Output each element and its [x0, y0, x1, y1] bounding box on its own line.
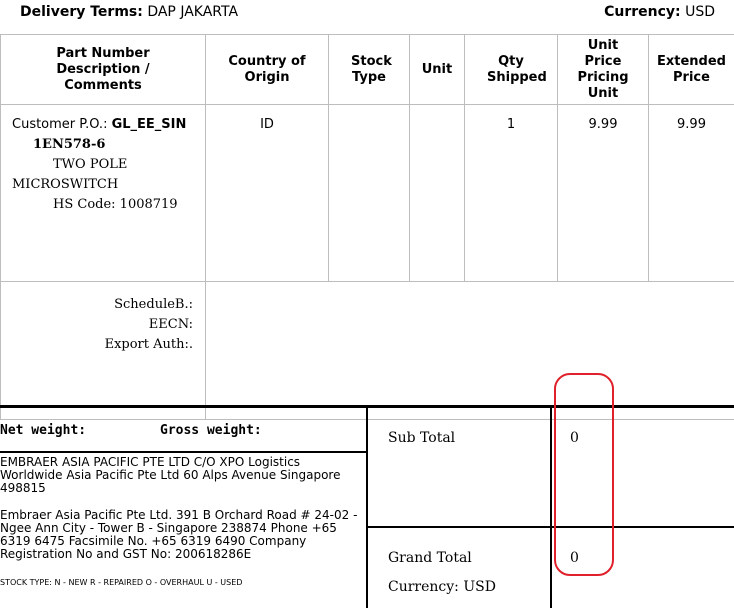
delivery-terms-value: DAP JAKARTA [147, 4, 238, 20]
sub-total-label: Sub Total [388, 430, 455, 446]
customer-po: Customer P.O.: GL_EE_SIN [12, 115, 205, 135]
weights: Net weight: Gross weight: [0, 423, 86, 438]
export-row: ScheduleB.: EECN: Export Auth:. [1, 282, 734, 420]
invoice-header-bar: Delivery Terms: DAP JAKARTA Currency: US… [0, 0, 734, 34]
export-empty-cell [206, 282, 734, 420]
ship-to-address: EMBRAER ASIA PACIFIC PTE LTD C/O XPO Log… [0, 456, 358, 495]
stock-type-cell [329, 105, 410, 282]
col-header-qty: Qty Shipped [465, 35, 558, 105]
grand-total-value: 0 [570, 550, 579, 566]
export-info-cell: ScheduleB.: EECN: Export Auth:. [1, 282, 206, 420]
schedule-b-label: ScheduleB.: [1, 295, 193, 315]
col-header-stock-type: Stock Type [329, 35, 410, 105]
line-description-cell: Customer P.O.: GL_EE_SIN 1EN578-6 TWO PO… [1, 105, 206, 282]
unit-cell [410, 105, 465, 282]
footer-currency: Currency: USD [388, 579, 496, 595]
qty-shipped-cell: 1 [465, 105, 558, 282]
footer-divider-2 [550, 408, 552, 608]
eecn-label: EECN: [1, 315, 193, 335]
table-header-row: Part Number Description / Comments Count… [1, 35, 734, 105]
footer-divider-weights [0, 451, 366, 453]
extended-price-cell: 9.99 [649, 105, 734, 282]
col-header-unit: Unit [410, 35, 465, 105]
country-of-origin-cell: ID [206, 105, 329, 282]
delivery-terms: Delivery Terms: DAP JAKARTA [20, 4, 238, 20]
line-items-table: Part Number Description / Comments Count… [0, 34, 734, 420]
col-header-extended-price: Extended Price [649, 35, 734, 105]
currency-label: Currency: [604, 4, 681, 20]
part-number: 1EN578-6 [33, 135, 205, 155]
description-line-1: TWO POLE [53, 155, 205, 175]
delivery-terms-label: Delivery Terms: [20, 4, 143, 20]
company-address: Embraer Asia Pacific Pte Ltd. 391 B Orch… [0, 509, 358, 561]
invoice-footer: Net weight: Gross weight: EMBRAER ASIA P… [0, 405, 734, 608]
hs-code: HS Code: 1008719 [53, 195, 205, 215]
table-row: Customer P.O.: GL_EE_SIN 1EN578-6 TWO PO… [1, 105, 734, 282]
stock-type-legend: STOCK TYPE: N - NEW R - REPAIRED O - OVE… [0, 578, 242, 587]
export-auth-label: Export Auth:. [1, 335, 193, 355]
net-weight-label: Net weight: [0, 423, 86, 438]
description-line-2: MICROSWITCH [12, 175, 205, 195]
customer-po-value: GL_EE_SIN [112, 117, 187, 132]
customer-po-label: Customer P.O.: [12, 117, 107, 132]
grand-total-label: Grand Total [388, 550, 472, 566]
gross-weight-label: Gross weight: [160, 423, 262, 438]
col-header-country: Country of Origin [206, 35, 329, 105]
footer-divider-totals [368, 526, 734, 528]
sub-total-value: 0 [570, 430, 579, 446]
col-header-unit-price: Unit Price Pricing Unit [558, 35, 649, 105]
unit-price-cell: 9.99 [558, 105, 649, 282]
col-header-part-number: Part Number Description / Comments [1, 35, 206, 105]
currency-value: USD [685, 4, 715, 20]
currency: Currency: USD [604, 4, 715, 20]
footer-divider-1 [366, 408, 368, 608]
